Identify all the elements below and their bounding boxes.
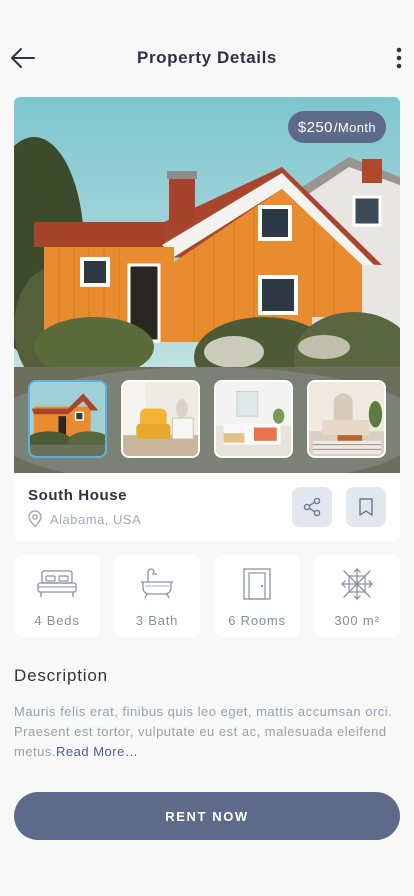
feature-list: 4 Beds 3 Bath 6 Rooms 300 m² [14, 555, 400, 637]
property-photo: $250 /Month [14, 97, 400, 473]
more-vertical-icon [396, 47, 402, 69]
more-menu-button[interactable] [394, 46, 404, 70]
map-pin-icon [28, 510, 42, 528]
thumbnail-living-room[interactable] [307, 380, 386, 458]
thumbnail-bedroom[interactable] [214, 380, 293, 458]
property-info-card: South House Alabama, USA [14, 473, 400, 541]
door-icon [243, 568, 271, 600]
feature-label: 300 m² [334, 613, 380, 628]
description-title: Description [14, 666, 108, 685]
feature-label: 6 Rooms [228, 613, 286, 628]
bedroom-thumbnail-image [216, 382, 291, 456]
location-text: Alabama, USA [50, 511, 142, 527]
gallery-thumbnails [28, 380, 386, 458]
feature-beds: 4 Beds [14, 555, 100, 637]
price-period: /Month [333, 119, 376, 135]
share-icon [303, 497, 321, 517]
top-bar: Property Details [0, 40, 414, 76]
rent-now-button[interactable]: RENT NOW [14, 792, 400, 840]
feature-bath: 3 Bath [114, 555, 200, 637]
price-badge: $250 /Month [287, 111, 386, 143]
description-text: Mauris felis erat, finibus quis leo eget… [14, 702, 394, 762]
bookmark-icon [359, 498, 373, 516]
exterior-thumbnail-image [30, 382, 105, 456]
living-room-thumbnail-image [309, 382, 384, 456]
feature-rooms: 6 Rooms [214, 555, 300, 637]
property-location: Alabama, USA [26, 510, 141, 528]
share-button[interactable] [292, 487, 332, 527]
thumbnail-exterior[interactable] [28, 380, 107, 458]
read-more-link[interactable]: Read More… [56, 744, 138, 759]
thumbnail-armchair-room[interactable] [121, 380, 200, 458]
bed-icon [37, 570, 77, 597]
property-name: South House [28, 487, 128, 504]
feature-label: 3 Bath [135, 613, 179, 628]
bookmark-button[interactable] [346, 487, 386, 527]
area-icon [341, 568, 373, 600]
price-amount: $250 [297, 118, 333, 136]
feature-area: 300 m² [314, 555, 400, 637]
page-title: Property Details [137, 48, 277, 67]
armchair-room-thumbnail-image [123, 382, 198, 456]
feature-label: 4 Beds [34, 613, 80, 628]
bathtub-icon [141, 568, 173, 599]
